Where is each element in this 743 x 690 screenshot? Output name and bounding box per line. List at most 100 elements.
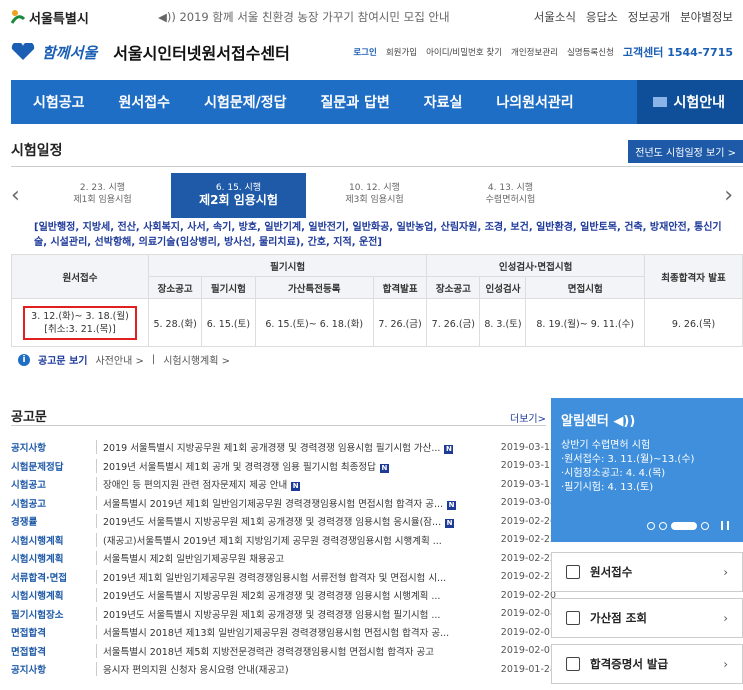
chevron-right-icon[interactable]: › (724, 183, 733, 208)
link-seoul-news[interactable]: 서울소식 (534, 9, 576, 25)
round-tab-3[interactable]: 10. 12. 시행 제3회 임용시험 (307, 173, 442, 218)
quick-bonus-button[interactable]: 가산점 조회 › (551, 598, 743, 638)
nav-library[interactable]: 자료실 (407, 92, 480, 112)
link-info-open[interactable]: 정보공개 (628, 9, 670, 25)
item-title[interactable]: 서울특별시 제2회 일반임기제공무원 채용공고 (96, 551, 476, 566)
item-title-text: 서울특별시 2019년 제1회 일반임기제공무원 경력경쟁임용시험 면접시험 합… (103, 498, 444, 510)
item-title[interactable]: (재공고)서울특별시 2019년 제1회 지방임기제 공무원 경력경쟁임용시험 … (96, 532, 476, 547)
prev-year-button[interactable]: 전년도 시험일정 보기 > (628, 140, 743, 163)
nav-qna[interactable]: 질문과 답변 (303, 92, 406, 112)
quick-certificate-button[interactable]: 합격증명서 발급 › (551, 644, 743, 684)
nav-exam-guide-label: 시험안내 (673, 95, 725, 111)
td-value: 7. 26.(금) (372, 298, 428, 347)
item-title[interactable]: 2019년 서울특별시 제1회 공개 및 경력경쟁 임용 필기시험 최종정답 N (96, 458, 476, 473)
list-item[interactable]: 시험시행계획 (재공고)서울특별시 2019년 제1회 지방임기제 공무원 경력경… (11, 531, 556, 550)
nav-exam-guide[interactable]: 시험안내 (637, 80, 743, 124)
item-category[interactable]: 경쟁률 (11, 514, 96, 528)
item-category[interactable]: 시험시행계획 (11, 533, 96, 547)
list-item[interactable]: 경쟁률 2019년도 서울특별시 지방공무원 제1회 공개경쟁 및 경력경쟁 임용… (11, 512, 556, 531)
link-field-info[interactable]: 분야별정보 (680, 9, 733, 25)
item-title[interactable]: 2019년도 서울특별시 지방공무원 제2회 공개경쟁 및 경력경쟁 임용시험 … (96, 588, 476, 603)
th-interview: 인성검사·면접시험 (426, 254, 645, 277)
list-item[interactable]: 시험시행계획 서울특별시 제2회 일반임기제공무원 채용공고 2019-02-22 (11, 549, 556, 568)
privacy-link[interactable]: 개인정보관리 (511, 46, 558, 58)
item-title[interactable]: 2019년도 서울특별시 지방공무원 제1회 공개경쟁 및 경력경쟁 임용시험 … (96, 514, 476, 529)
pre-guide-link[interactable]: 사전안내 > (95, 352, 143, 367)
realname-link[interactable]: 실명등록신청 (567, 46, 614, 58)
item-title[interactable]: 서울특별시 2018년 제13회 일반임기제공무원 경력경쟁임용시험 면접시험 … (96, 625, 476, 640)
chevron-left-icon[interactable]: ‹ (11, 183, 20, 208)
item-title[interactable]: 응시자 편의지원 신청자 응시요령 안내(재공고) (96, 662, 476, 677)
main-nav: 시험공고 원서접수 시험문제/정답 질문과 답변 자료실 나의원서관리 시험안내 (11, 80, 743, 124)
item-date: 2019-03-08 (500, 497, 556, 509)
carousel-dot-active[interactable] (671, 521, 697, 530)
item-title[interactable]: 장애인 등 편의지원 관련 점자문제지 제공 안내 N (96, 477, 476, 492)
notice-ticker[interactable]: ◀)) 2019 함께 서울 친환경 농장 가꾸기 참여시민 모집 안내 (158, 9, 450, 25)
list-item[interactable]: 면접합격 서울특별시 2018년 제5회 지방전문경력관 경력경쟁임용시험 면접시… (11, 642, 556, 661)
chevron-right-icon: › (723, 565, 728, 579)
list-item[interactable]: 서류합격·면접 2019년 제1회 일반임기제공무원 경력경쟁임용시험 서류전형 … (11, 568, 556, 587)
divider: | (151, 354, 156, 365)
item-date: 2019-02-07 (500, 645, 556, 657)
nav-questions[interactable]: 시험문제/정답 (187, 92, 303, 112)
list-item[interactable]: 면접합격 서울특별시 2018년 제13회 일반임기제공무원 경력경쟁임용시험 면… (11, 623, 556, 642)
exam-plan-link[interactable]: 시험시행계획 > (163, 352, 230, 367)
carousel-dot[interactable] (659, 521, 667, 530)
nav-apply[interactable]: 원서접수 (102, 92, 188, 112)
round-tab-2[interactable]: 6. 15. 시행 제2회 임용시험 (171, 173, 306, 218)
item-category[interactable]: 시험시행계획 (11, 551, 96, 565)
list-item[interactable]: 공지사항 2019 서울특별시 지방공무원 제1회 공개경쟁 및 경력경쟁 임용시… (11, 438, 556, 457)
carousel-dot[interactable] (701, 521, 709, 530)
nav-my-apply[interactable]: 나의원서관리 (479, 92, 590, 112)
item-title[interactable]: 2019년도 서울특별시 지방공무원 제1회 공개경쟁 및 경력경쟁 임용시험 … (96, 606, 476, 621)
list-item[interactable]: 공지사항 응시자 편의지원 신청자 응시요령 안내(재공고) 2019-01-28 (11, 660, 556, 679)
item-title[interactable]: 2019년 제1회 일반임기제공무원 경력경쟁임용시험 서류전형 합격자 및 면… (96, 569, 476, 584)
signup-link[interactable]: 회원가입 (386, 46, 417, 58)
item-category[interactable]: 공지사항 (11, 440, 96, 454)
round-tab-1[interactable]: 2. 23. 시행 제1회 임용시험 (35, 173, 170, 218)
item-category[interactable]: 서류합격·면접 (11, 570, 96, 584)
list-item[interactable]: 시험공고 장애인 등 편의지원 관련 점자문제지 제공 안내 N 2019-03-11 (11, 475, 556, 494)
list-item[interactable]: 시험공고 서울특별시 2019년 제1회 일반임기제공무원 경력경쟁임용시험 면접… (11, 494, 556, 513)
pause-icon[interactable] (721, 521, 729, 530)
td-value: 8. 19.(월)~ 9. 11.(수) (525, 298, 645, 347)
item-date: 2019-02-26 (500, 515, 556, 527)
item-category[interactable]: 시험공고 (11, 477, 96, 491)
th-sub: 인성검사 (479, 276, 527, 299)
item-title[interactable]: 서울특별시 2019년 제1회 일반임기제공무원 경력경쟁임용시험 면접시험 합… (96, 495, 476, 510)
item-title[interactable]: 2019 서울특별시 지방공무원 제1회 공개경쟁 및 경력경쟁 임용시험 필기… (96, 440, 476, 455)
alert-line[interactable]: 상반기 수렵면허 시험 (561, 439, 733, 453)
heart-logo-icon (11, 43, 35, 60)
seoul-logo[interactable]: 서울특별시 (10, 8, 89, 27)
list-item[interactable]: 필기시험장소 2019년도 서울특별시 지방공무원 제1회 공개경쟁 및 경력경쟁… (11, 605, 556, 624)
speaker-icon: ◀)) (158, 10, 180, 24)
apply-cell: 3. 12.(화)~ 3. 18.(월) [취소:3. 21.(목)] (11, 298, 149, 347)
announcement-header: 공고문 더보기> (11, 406, 546, 426)
view-notice-link[interactable]: 공고문 보기 (38, 352, 87, 367)
th-sub: 면접시험 (525, 276, 645, 299)
header-logo[interactable]: 함께서울 서울시인터넷원서접수센터 (10, 40, 290, 64)
nav-exam-notice[interactable]: 시험공고 (11, 92, 102, 112)
link-eungdapso[interactable]: 응답소 (586, 9, 618, 25)
item-title[interactable]: 서울특별시 2018년 제5회 지방전문경력관 경력경쟁임용시험 면접시험 합격… (96, 643, 476, 658)
find-id-link[interactable]: 아이디/비밀번호 찾기 (426, 46, 502, 58)
item-category[interactable]: 시험공고 (11, 496, 96, 510)
item-category[interactable]: 시험시행계획 (11, 588, 96, 602)
td-value: 5. 28.(화) (147, 298, 203, 347)
item-category[interactable]: 시험문제정답 (11, 459, 96, 473)
carousel-dot[interactable] (647, 521, 655, 530)
item-category[interactable]: 필기시험장소 (11, 607, 96, 621)
list-item[interactable]: 시험시행계획 2019년도 서울특별시 지방공무원 제2회 공개경쟁 및 경력경쟁… (11, 586, 556, 605)
item-category[interactable]: 면접합격 (11, 644, 96, 658)
round-name: 수렴면허시험 (485, 195, 536, 205)
th-sub: 장소공고 (426, 276, 481, 299)
item-category[interactable]: 공지사항 (11, 662, 96, 676)
login-link[interactable]: 로그인 (353, 46, 376, 58)
alert-title: 알림센터 ◀)) (561, 410, 733, 429)
quick-apply-button[interactable]: 원서접수 › (551, 552, 743, 592)
item-category[interactable]: 면접합격 (11, 625, 96, 639)
schedule-table: 원서접수 필기시험 인성검사·면접시험 최종합격자 발표 장소공고 필기시험 가… (11, 254, 743, 347)
round-tab-4[interactable]: 4. 13. 시행 수렴면허시험 (443, 173, 578, 218)
list-item[interactable]: 시험문제정답 2019년 서울특별시 제1회 공개 및 경력경쟁 임용 필기시험 … (11, 457, 556, 476)
more-link[interactable]: 더보기> (510, 410, 546, 425)
